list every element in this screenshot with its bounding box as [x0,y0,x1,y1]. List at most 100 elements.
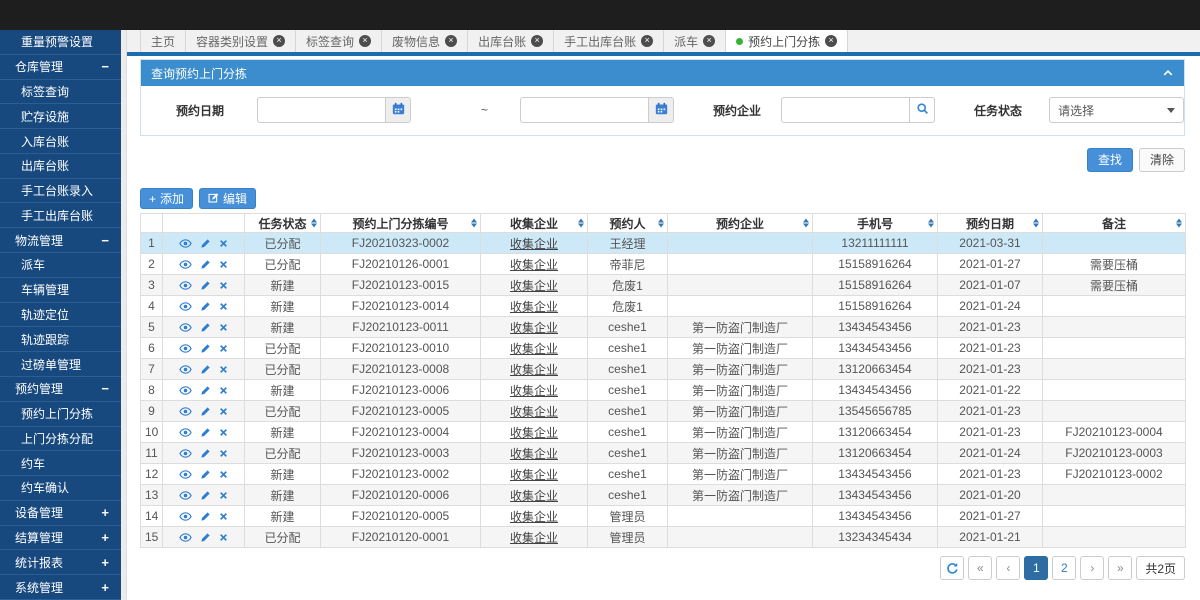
delete-row-button[interactable] [219,386,228,395]
sort-icon[interactable] [803,219,809,228]
status-select[interactable]: 请选择 [1049,97,1184,123]
collector-link[interactable]: 收集企业 [510,405,558,419]
view-row-button[interactable] [179,468,192,481]
sidebar-item[interactable]: 过磅单管理 [0,352,121,377]
view-row-button[interactable] [179,384,192,397]
close-icon[interactable]: × [641,35,653,47]
table-row[interactable]: 4新建FJ20210123-0014收集企业危废1151589162642021… [141,296,1186,317]
sort-icon[interactable] [311,219,317,228]
sort-icon[interactable] [928,219,934,228]
table-row[interactable]: 2已分配FJ20210126-0001收集企业帝菲尼15158916264202… [141,254,1186,275]
date-from-calendar-button[interactable] [385,97,411,123]
sidebar-item[interactable]: 轨迹定位 [0,303,121,328]
column-header[interactable]: 预约企业 [668,214,813,233]
first-page-button[interactable]: « [968,556,992,580]
view-row-button[interactable] [179,258,192,271]
edit-button[interactable]: 编辑 [199,188,256,209]
edit-row-button[interactable] [200,343,211,354]
date-to-calendar-button[interactable] [648,97,674,123]
column-header[interactable]: 预约人 [588,214,668,233]
sidebar-group[interactable]: 系统管理+ [0,575,121,600]
table-row[interactable]: 13新建FJ20210120-0006收集企业ceshe1第一防盗门制造厂134… [141,485,1186,506]
view-row-button[interactable] [179,510,192,523]
sidebar-item[interactable]: 上门分拣分配 [0,427,121,452]
date-from-input[interactable] [257,97,385,123]
sidebar-item[interactable]: 标签查询 [0,80,121,105]
column-header[interactable]: 预约日期 [938,214,1043,233]
collector-link[interactable]: 收集企业 [510,489,558,503]
edit-row-button[interactable] [200,448,211,459]
company-input[interactable] [781,97,909,123]
sidebar-item[interactable]: 重量预警设置 [0,30,121,55]
column-header[interactable]: 任务状态 [245,214,321,233]
tab[interactable]: 主页 [140,30,186,52]
edit-row-button[interactable] [200,238,211,249]
edit-row-button[interactable] [200,490,211,501]
delete-row-button[interactable] [219,491,228,500]
view-row-button[interactable] [179,300,192,313]
page-button[interactable]: 1 [1024,556,1048,580]
collector-link[interactable]: 收集企业 [510,363,558,377]
sidebar-item[interactable]: 入库台账 [0,129,121,154]
close-icon[interactable]: × [703,35,715,47]
table-row[interactable]: 12新建FJ20210123-0002收集企业ceshe1第一防盗门制造厂134… [141,464,1186,485]
view-row-button[interactable] [179,363,192,376]
delete-row-button[interactable] [219,323,228,332]
collector-link[interactable]: 收集企业 [510,468,558,482]
collector-link[interactable]: 收集企业 [510,426,558,440]
delete-row-button[interactable] [219,407,228,416]
delete-row-button[interactable] [219,260,228,269]
tab[interactable]: 出库台账× [468,30,554,52]
sort-icon[interactable] [578,219,584,228]
page-button[interactable]: 2 [1052,556,1076,580]
sidebar-group[interactable]: 设备管理+ [0,501,121,526]
collector-link[interactable]: 收集企业 [510,384,558,398]
collector-link[interactable]: 收集企业 [510,300,558,314]
view-row-button[interactable] [179,426,192,439]
edit-row-button[interactable] [200,364,211,375]
view-row-button[interactable] [179,342,192,355]
chevron-up-icon[interactable] [1162,67,1174,79]
table-row[interactable]: 11已分配FJ20210123-0003收集企业ceshe1第一防盗门制造厂13… [141,443,1186,464]
edit-row-button[interactable] [200,406,211,417]
delete-row-button[interactable] [219,365,228,374]
sidebar-group[interactable]: 预约管理− [0,377,121,402]
edit-row-button[interactable] [200,532,211,543]
tab[interactable]: 预约上门分拣× [726,30,848,52]
collector-link[interactable]: 收集企业 [510,279,558,293]
search-panel-header[interactable]: 查询预约上门分拣 [141,60,1184,86]
delete-row-button[interactable] [219,512,228,521]
delete-row-button[interactable] [219,239,228,248]
prev-page-button[interactable]: ‹ [996,556,1020,580]
delete-row-button[interactable] [219,533,228,542]
company-search-button[interactable] [909,97,935,123]
collector-link[interactable]: 收集企业 [510,447,558,461]
collector-link[interactable]: 收集企业 [510,321,558,335]
collector-link[interactable]: 收集企业 [510,342,558,356]
sidebar-group[interactable]: 结算管理+ [0,526,121,551]
delete-row-button[interactable] [219,281,228,290]
add-button[interactable]: + 添加 [140,188,193,209]
last-page-button[interactable]: » [1108,556,1132,580]
clear-button[interactable]: 清除 [1139,148,1185,172]
delete-row-button[interactable] [219,302,228,311]
sidebar-item[interactable]: 预约上门分拣 [0,402,121,427]
view-row-button[interactable] [179,279,192,292]
search-button[interactable]: 查找 [1087,148,1133,172]
column-header[interactable]: 收集企业 [481,214,588,233]
sidebar-group[interactable]: 物流管理− [0,228,121,253]
edit-row-button[interactable] [200,259,211,270]
table-row[interactable]: 6已分配FJ20210123-0010收集企业ceshe1第一防盗门制造厂134… [141,338,1186,359]
date-to-input[interactable] [520,97,648,123]
collector-link[interactable]: 收集企业 [510,258,558,272]
sidebar-item[interactable]: 约车 [0,451,121,476]
table-row[interactable]: 9已分配FJ20210123-0005收集企业ceshe1第一防盗门制造厂135… [141,401,1186,422]
view-row-button[interactable] [179,237,192,250]
table-row[interactable]: 5新建FJ20210123-0011收集企业ceshe1第一防盗门制造厂1343… [141,317,1186,338]
close-icon[interactable]: × [359,35,371,47]
sidebar-item[interactable]: 手工台账录入 [0,179,121,204]
next-page-button[interactable]: › [1080,556,1104,580]
delete-row-button[interactable] [219,428,228,437]
view-row-button[interactable] [179,405,192,418]
delete-row-button[interactable] [219,470,228,479]
